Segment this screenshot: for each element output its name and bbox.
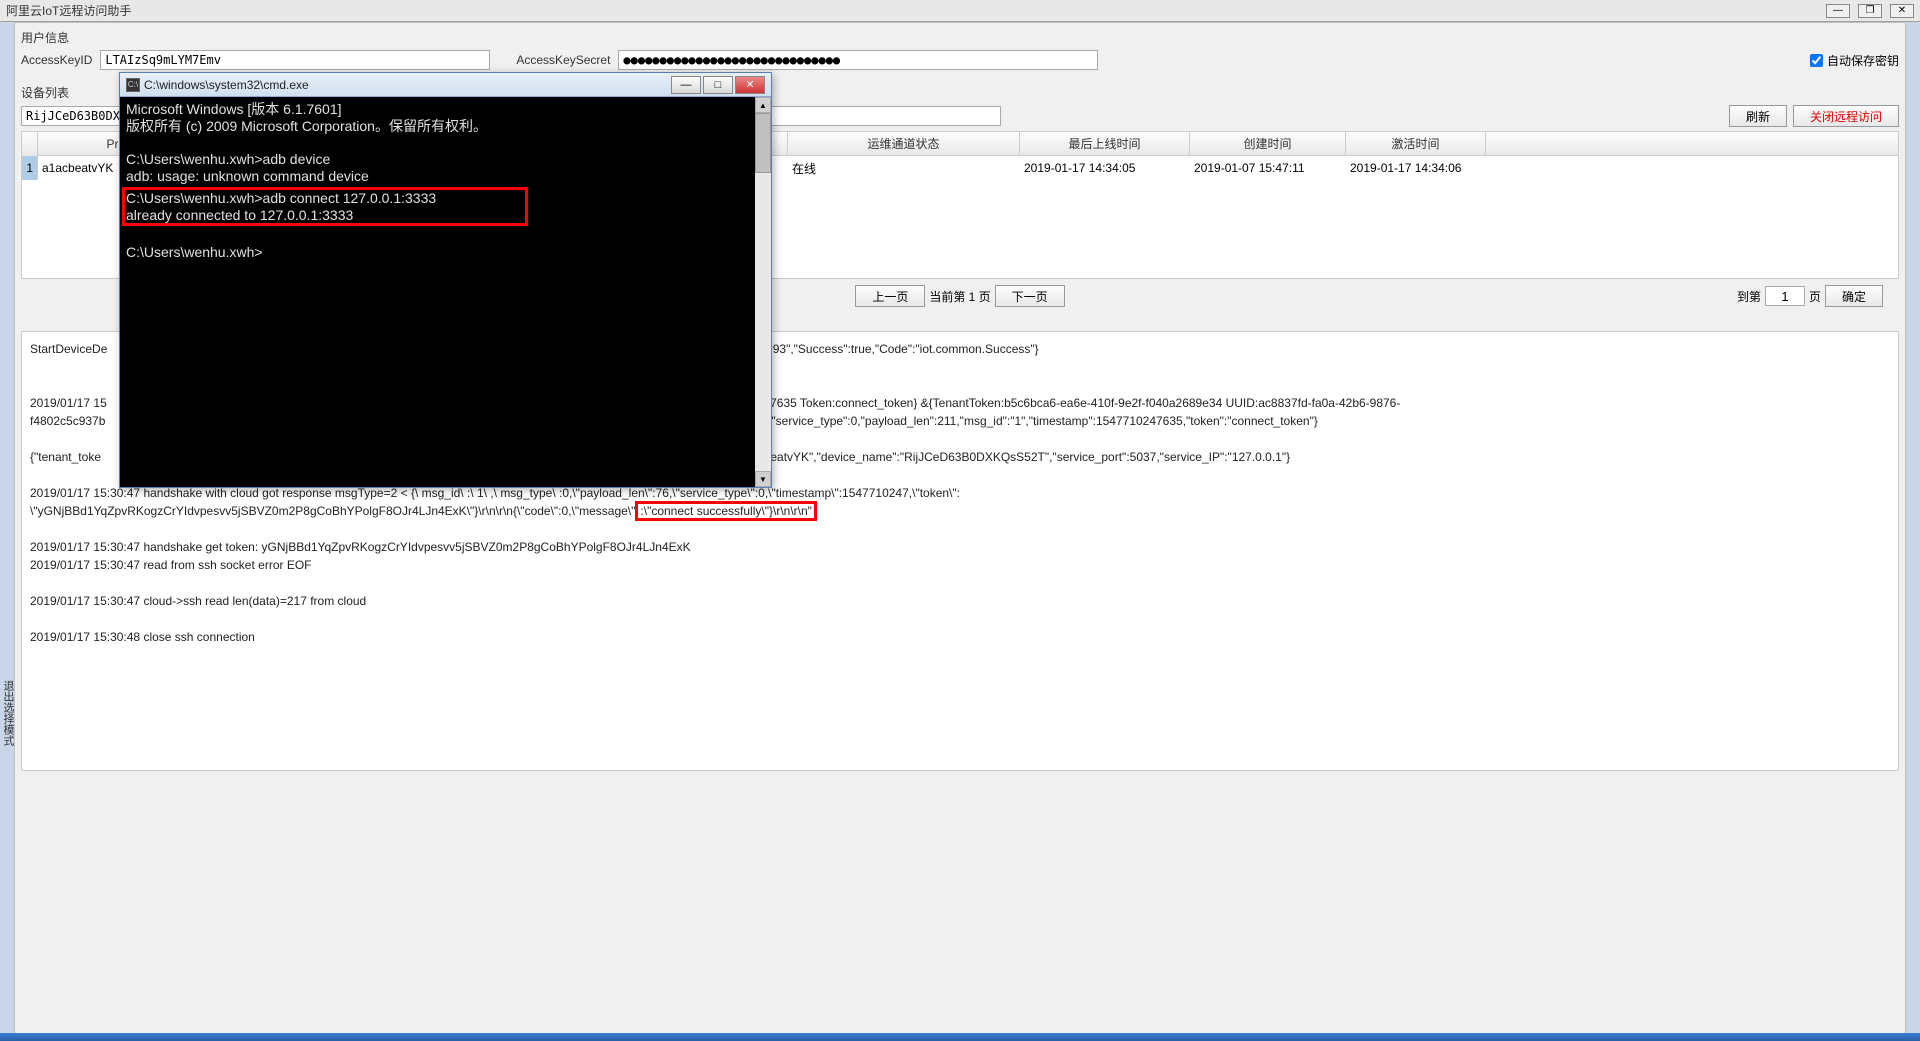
col-last-online: 最后上线时间 [1020,132,1190,155]
cell-active-time: 2019-01-17 14:34:06 [1346,161,1486,175]
log-line: 247635 Token:connect_token} &{TenantToke… [757,396,1401,410]
auto-save-check[interactable] [1810,54,1823,67]
next-page-button[interactable]: 下一页 [995,285,1065,307]
cmd-line: C:\Users\wenhu.xwh>adb device [126,151,330,167]
goto-page-input[interactable] [1765,286,1805,306]
log-line: acbeatvYK","device_name":"RijJCeD63B0DXK… [751,450,1290,464]
cell-index: 1 [22,156,38,180]
log-line: 4D93","Success":true,"Code":"iot.common.… [757,342,1038,356]
cmd-icon: C:\ [126,78,140,92]
app-title: 阿里云IoT远程访问助手 [6,2,1826,19]
window-controls: — ❐ ✕ [1826,4,1914,18]
cmd-line: already connected to 127.0.0.1:3333 [126,207,353,223]
cell-create-time: 2019-01-07 15:47:11 [1190,161,1346,175]
log-line: {"tenant_toke [30,450,101,464]
auto-save-checkbox[interactable]: 自动保存密钥 [1810,52,1899,69]
cmd-title-text: C:\windows\system32\cmd.exe [144,78,669,92]
taskbar[interactable] [0,1033,1920,1041]
highlight-adb-connect: C:\Users\wenhu.xwh>adb connect 127.0.0.1… [122,187,528,225]
log-line: StartDeviceDe [30,342,107,356]
cmd-titlebar[interactable]: C:\ C:\windows\system32\cmd.exe — □ ✕ [120,73,771,97]
col-active-time: 激活时间 [1346,132,1486,155]
highlight-connect-success: :\"connect successfully\"}\r\n\r\n" [635,501,817,521]
access-key-secret-label: AccessKeySecret [516,53,610,67]
col-create-time: 创建时间 [1190,132,1346,155]
cmd-line: C:\Users\wenhu.xwh>adb connect 127.0.0.1… [126,190,436,206]
maximize-button[interactable]: ❐ [1858,4,1882,18]
log-line: 2,"service_type":0,"payload_len":211,"ms… [761,414,1317,428]
log-line: f4802c5c937b [30,414,105,428]
log-line: 2019/01/17 15:30:48 close ssh connection [30,630,255,644]
current-page-label: 当前第 1 页 [929,288,990,305]
cmd-prompt: C:\Users\wenhu.xwh> [126,244,263,260]
col-index [22,132,38,156]
auto-save-label: 自动保存密钥 [1827,52,1899,69]
log-line: 2019/01/17 15 [30,396,107,410]
cmd-output[interactable]: Microsoft Windows [版本 6.1.7601] 版权所有 (c)… [120,97,771,265]
log-line: 2019/01/17 15:30:47 cloud->ssh read len(… [30,594,366,608]
access-key-id-input[interactable] [100,50,490,70]
cell-channel: 在线 [788,160,1020,177]
goto-suffix: 页 [1809,288,1821,305]
scroll-up-icon[interactable]: ▲ [755,97,771,113]
access-key-id-label: AccessKeyID [21,53,92,67]
scroll-thumb[interactable] [755,113,771,173]
scroll-track[interactable] [755,173,771,471]
col-channel: 运维通道状态 [788,132,1020,155]
close-remote-button[interactable]: 关闭远程访问 [1793,105,1899,127]
cmd-window[interactable]: C:\ C:\windows\system32\cmd.exe — □ ✕ Mi… [119,72,772,488]
minimize-button[interactable]: — [1826,4,1850,18]
cmd-line: Microsoft Windows [版本 6.1.7601] [126,101,342,117]
cmd-maximize-button[interactable]: □ [703,76,733,94]
side-label: 退出选择模式 [0,680,16,746]
goto-confirm-button[interactable]: 确定 [1825,285,1883,307]
log-line: 2019/01/17 15:30:47 read from ssh socket… [30,558,311,572]
cmd-line: 版权所有 (c) 2009 Microsoft Corporation。保留所有… [126,118,487,134]
user-info-label: 用户信息 [15,23,1905,50]
log-line: \"yGNjBBd1YqZpvRKogzCrYIdvpesvv5jSBVZ0m2… [30,504,635,518]
cmd-close-button[interactable]: ✕ [735,76,765,94]
cmd-minimize-button[interactable]: — [671,76,701,94]
log-line: 2019/01/17 15:30:47 handshake with cloud… [30,486,960,500]
cell-last-online: 2019-01-17 14:34:05 [1020,161,1190,175]
access-key-secret-input[interactable] [618,50,1098,70]
app-titlebar: 阿里云IoT远程访问助手 — ❐ ✕ [0,0,1920,22]
scroll-down-icon[interactable]: ▼ [755,471,771,487]
cmd-scrollbar[interactable]: ▲ ▼ [755,97,771,487]
refresh-button[interactable]: 刷新 [1729,105,1787,127]
close-button[interactable]: ✕ [1890,4,1914,18]
prev-page-button[interactable]: 上一页 [855,285,925,307]
log-line: 2019/01/17 15:30:47 handshake get token:… [30,540,691,554]
cmd-line: adb: usage: unknown command device [126,168,369,184]
goto-prefix: 到第 [1737,288,1761,305]
